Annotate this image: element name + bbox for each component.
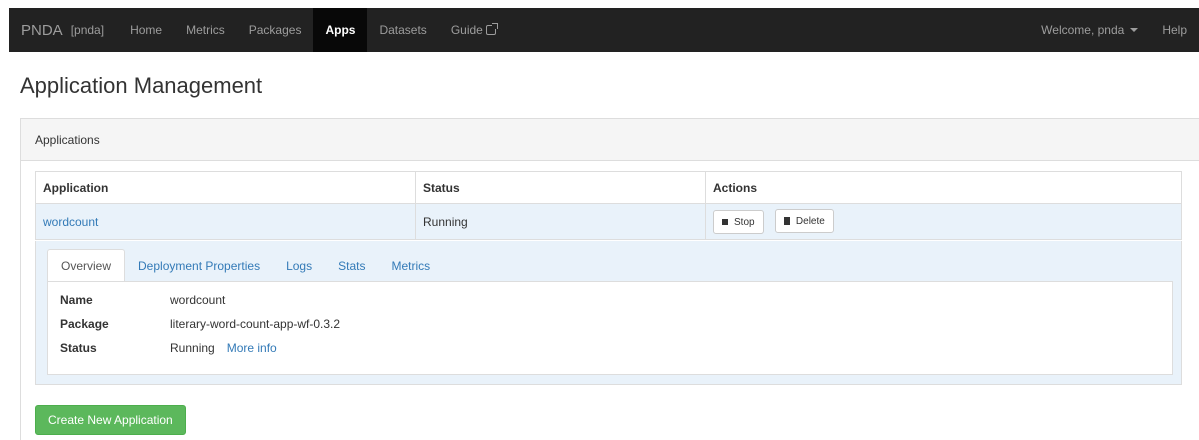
welcome-label: Welcome, pnda [1041, 23, 1125, 37]
application-link[interactable]: wordcount [43, 215, 98, 229]
navbar-right: Welcome, pnda Help [1029, 8, 1199, 52]
caret-down-icon [1130, 28, 1139, 32]
brand[interactable]: PNDA [pnda] [9, 8, 118, 52]
delete-label: Delete [795, 215, 825, 227]
applications-table: Application Status Actions wordcount Run… [35, 171, 1182, 240]
trash-icon [783, 217, 790, 225]
top-navbar: PNDA [pnda] Home Metrics Packages Apps D… [9, 8, 1199, 52]
tab-logs[interactable]: Logs [273, 249, 325, 282]
table-header-row: Application Status Actions [35, 171, 1182, 204]
create-new-application-button[interactable]: Create New Application [35, 405, 186, 435]
cell-application: wordcount [35, 203, 416, 240]
field-package: Package literary-word-count-app-wf-0.3.2 [60, 312, 1160, 336]
stop-icon [722, 219, 728, 225]
application-detail: Overview Deployment Properties Logs Stat… [35, 241, 1182, 385]
nav-guide[interactable]: Guide [439, 8, 508, 52]
nav-metrics[interactable]: Metrics [174, 8, 237, 52]
brand-instance: [pnda] [70, 23, 105, 37]
tab-metrics[interactable]: Metrics [378, 249, 443, 282]
field-value: literary-word-count-app-wf-0.3.2 [170, 317, 341, 331]
cell-status: Running [415, 203, 706, 240]
field-value: wordcount [170, 293, 226, 307]
overview-content: Name wordcount Package literary-word-cou… [47, 281, 1173, 375]
tab-overview[interactable]: Overview [47, 249, 126, 282]
field-label: Status [60, 341, 97, 355]
field-name: Name wordcount [60, 288, 1160, 312]
delete-button[interactable]: Delete [774, 209, 834, 233]
tab-stats[interactable]: Stats [325, 249, 378, 282]
table-row[interactable]: wordcount Running Stop Delete [35, 203, 1182, 240]
nav-apps[interactable]: Apps [313, 8, 368, 52]
nav-datasets[interactable]: Datasets [367, 8, 438, 52]
field-label: Name [60, 293, 93, 307]
field-label: Package [60, 317, 109, 331]
panel-heading: Applications [21, 119, 1199, 161]
user-menu[interactable]: Welcome, pnda [1029, 8, 1150, 52]
brand-name: PNDA [21, 21, 63, 39]
column-header-application[interactable]: Application [35, 171, 416, 204]
detail-tabs: Overview Deployment Properties Logs Stat… [47, 249, 443, 282]
nav-home[interactable]: Home [118, 8, 174, 52]
external-link-icon [485, 23, 498, 35]
nav-packages[interactable]: Packages [237, 8, 314, 52]
cell-actions: Stop Delete [705, 203, 1182, 240]
field-status: Status Running More info [60, 336, 1160, 360]
stop-label: Stop [734, 216, 755, 228]
field-value: Running [170, 341, 215, 355]
more-info-link[interactable]: More info [227, 341, 277, 355]
applications-panel: Applications Application Status Actions … [20, 118, 1199, 440]
page-title: Application Management [20, 73, 263, 98]
stop-button[interactable]: Stop [713, 210, 764, 234]
column-header-status[interactable]: Status [415, 171, 706, 204]
nav-guide-label: Guide [450, 23, 483, 37]
column-header-actions: Actions [705, 171, 1182, 204]
nav-help[interactable]: Help [1150, 8, 1199, 52]
tab-deployment-properties[interactable]: Deployment Properties [125, 249, 273, 282]
